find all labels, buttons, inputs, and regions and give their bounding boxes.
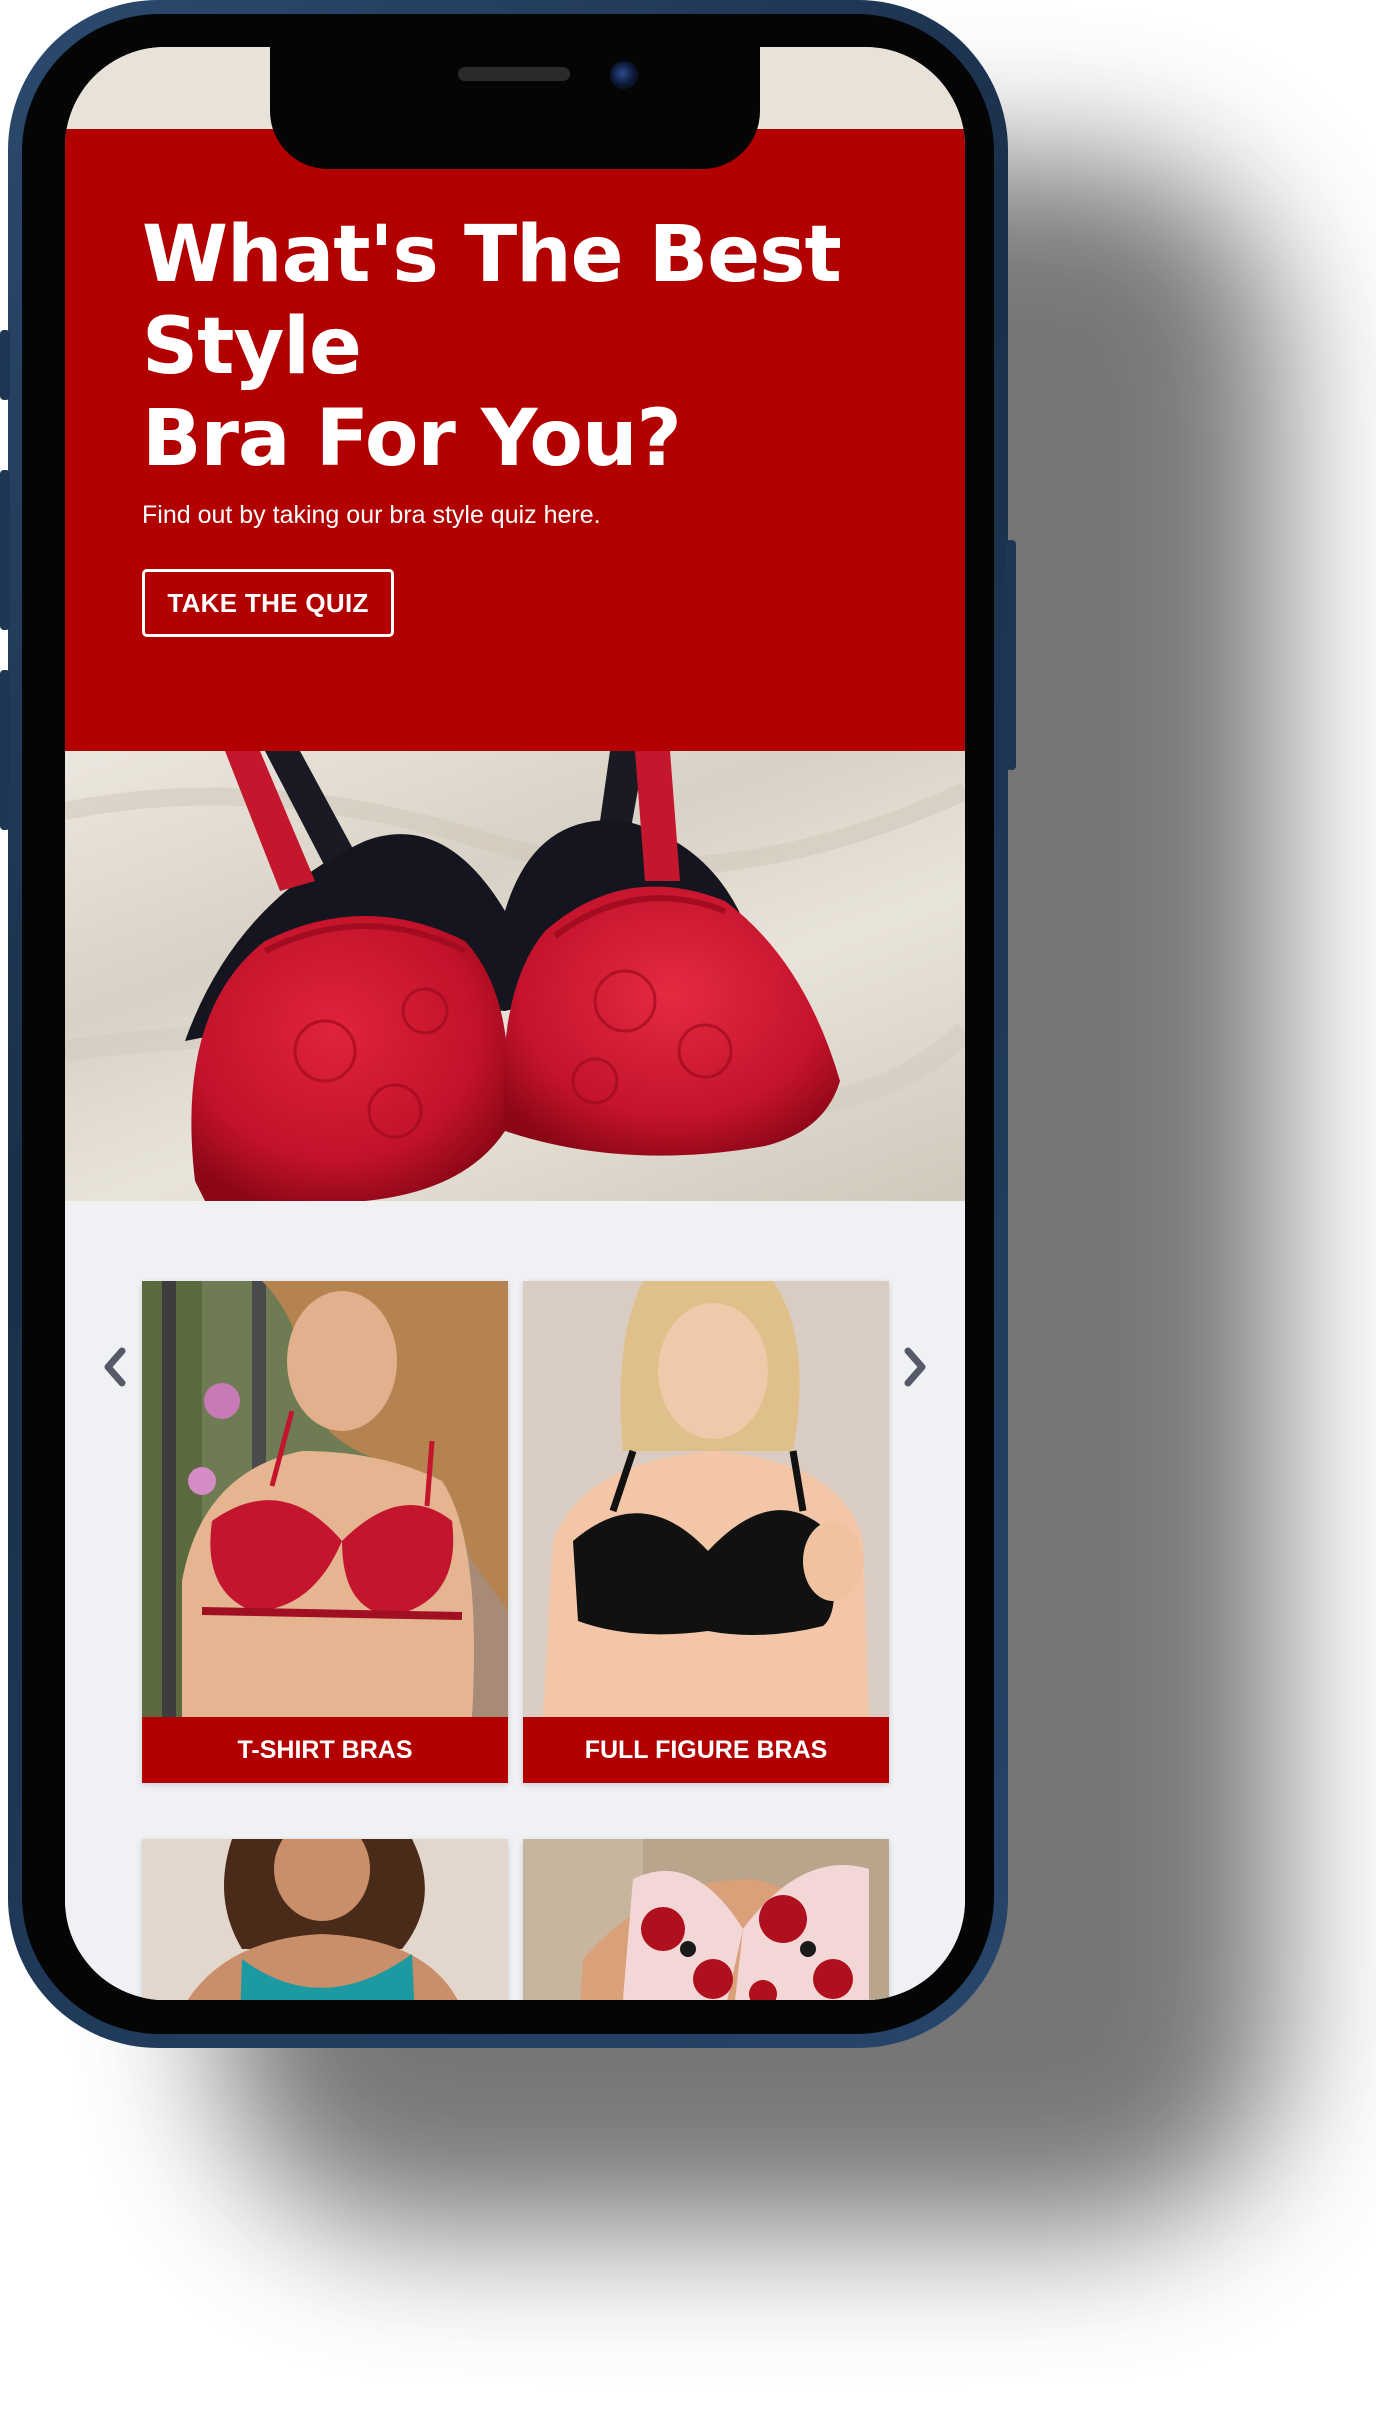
model-black-full-figure-bra-photo — [523, 1281, 889, 1717]
product-card-camisole[interactable] — [142, 1839, 508, 2000]
product-card-label: T-SHIRT BRAS — [142, 1717, 508, 1783]
model-floral-bra-photo — [523, 1839, 889, 2000]
phone-mockup: What's The Best Style Bra For You? Find … — [0, 0, 1016, 2048]
phone-screen: What's The Best Style Bra For You? Find … — [65, 47, 965, 2000]
product-card-tshirt-bras[interactable]: T-SHIRT BRAS — [142, 1281, 508, 1783]
hero-title: What's The Best Style Bra For You? — [142, 210, 842, 484]
model-teal-camisole-photo — [142, 1839, 508, 2000]
product-card-full-figure-bras[interactable]: FULL FIGURE BRAS — [523, 1281, 889, 1783]
front-camera-icon — [610, 61, 638, 89]
bra-style-grid: T-SHIRT BRAS FULL FIGURE BRAS — [65, 1201, 965, 2000]
take-quiz-button[interactable]: TAKE THE QUIZ — [142, 569, 394, 637]
bra-product-photo — [65, 751, 965, 1201]
quiz-hero-banner: What's The Best Style Bra For You? Find … — [65, 129, 965, 751]
speaker-grille — [458, 67, 570, 81]
lace-bra-illustration — [65, 751, 965, 1201]
mute-switch — [0, 330, 10, 400]
product-card-label: FULL FIGURE BRAS — [523, 1717, 889, 1783]
volume-down-button — [0, 670, 10, 830]
notch — [270, 47, 760, 169]
product-card-floral-bra[interactable] — [523, 1839, 889, 2000]
carousel-prev-button[interactable] — [95, 1337, 135, 1397]
model-red-tshirt-bra-photo — [142, 1281, 508, 1717]
carousel-next-button[interactable] — [895, 1337, 935, 1397]
volume-up-button — [0, 470, 10, 630]
chevron-right-icon — [904, 1347, 926, 1387]
hero-subtitle: Find out by taking our bra style quiz he… — [142, 501, 601, 529]
power-button — [1006, 540, 1016, 770]
chevron-left-icon — [104, 1347, 126, 1387]
